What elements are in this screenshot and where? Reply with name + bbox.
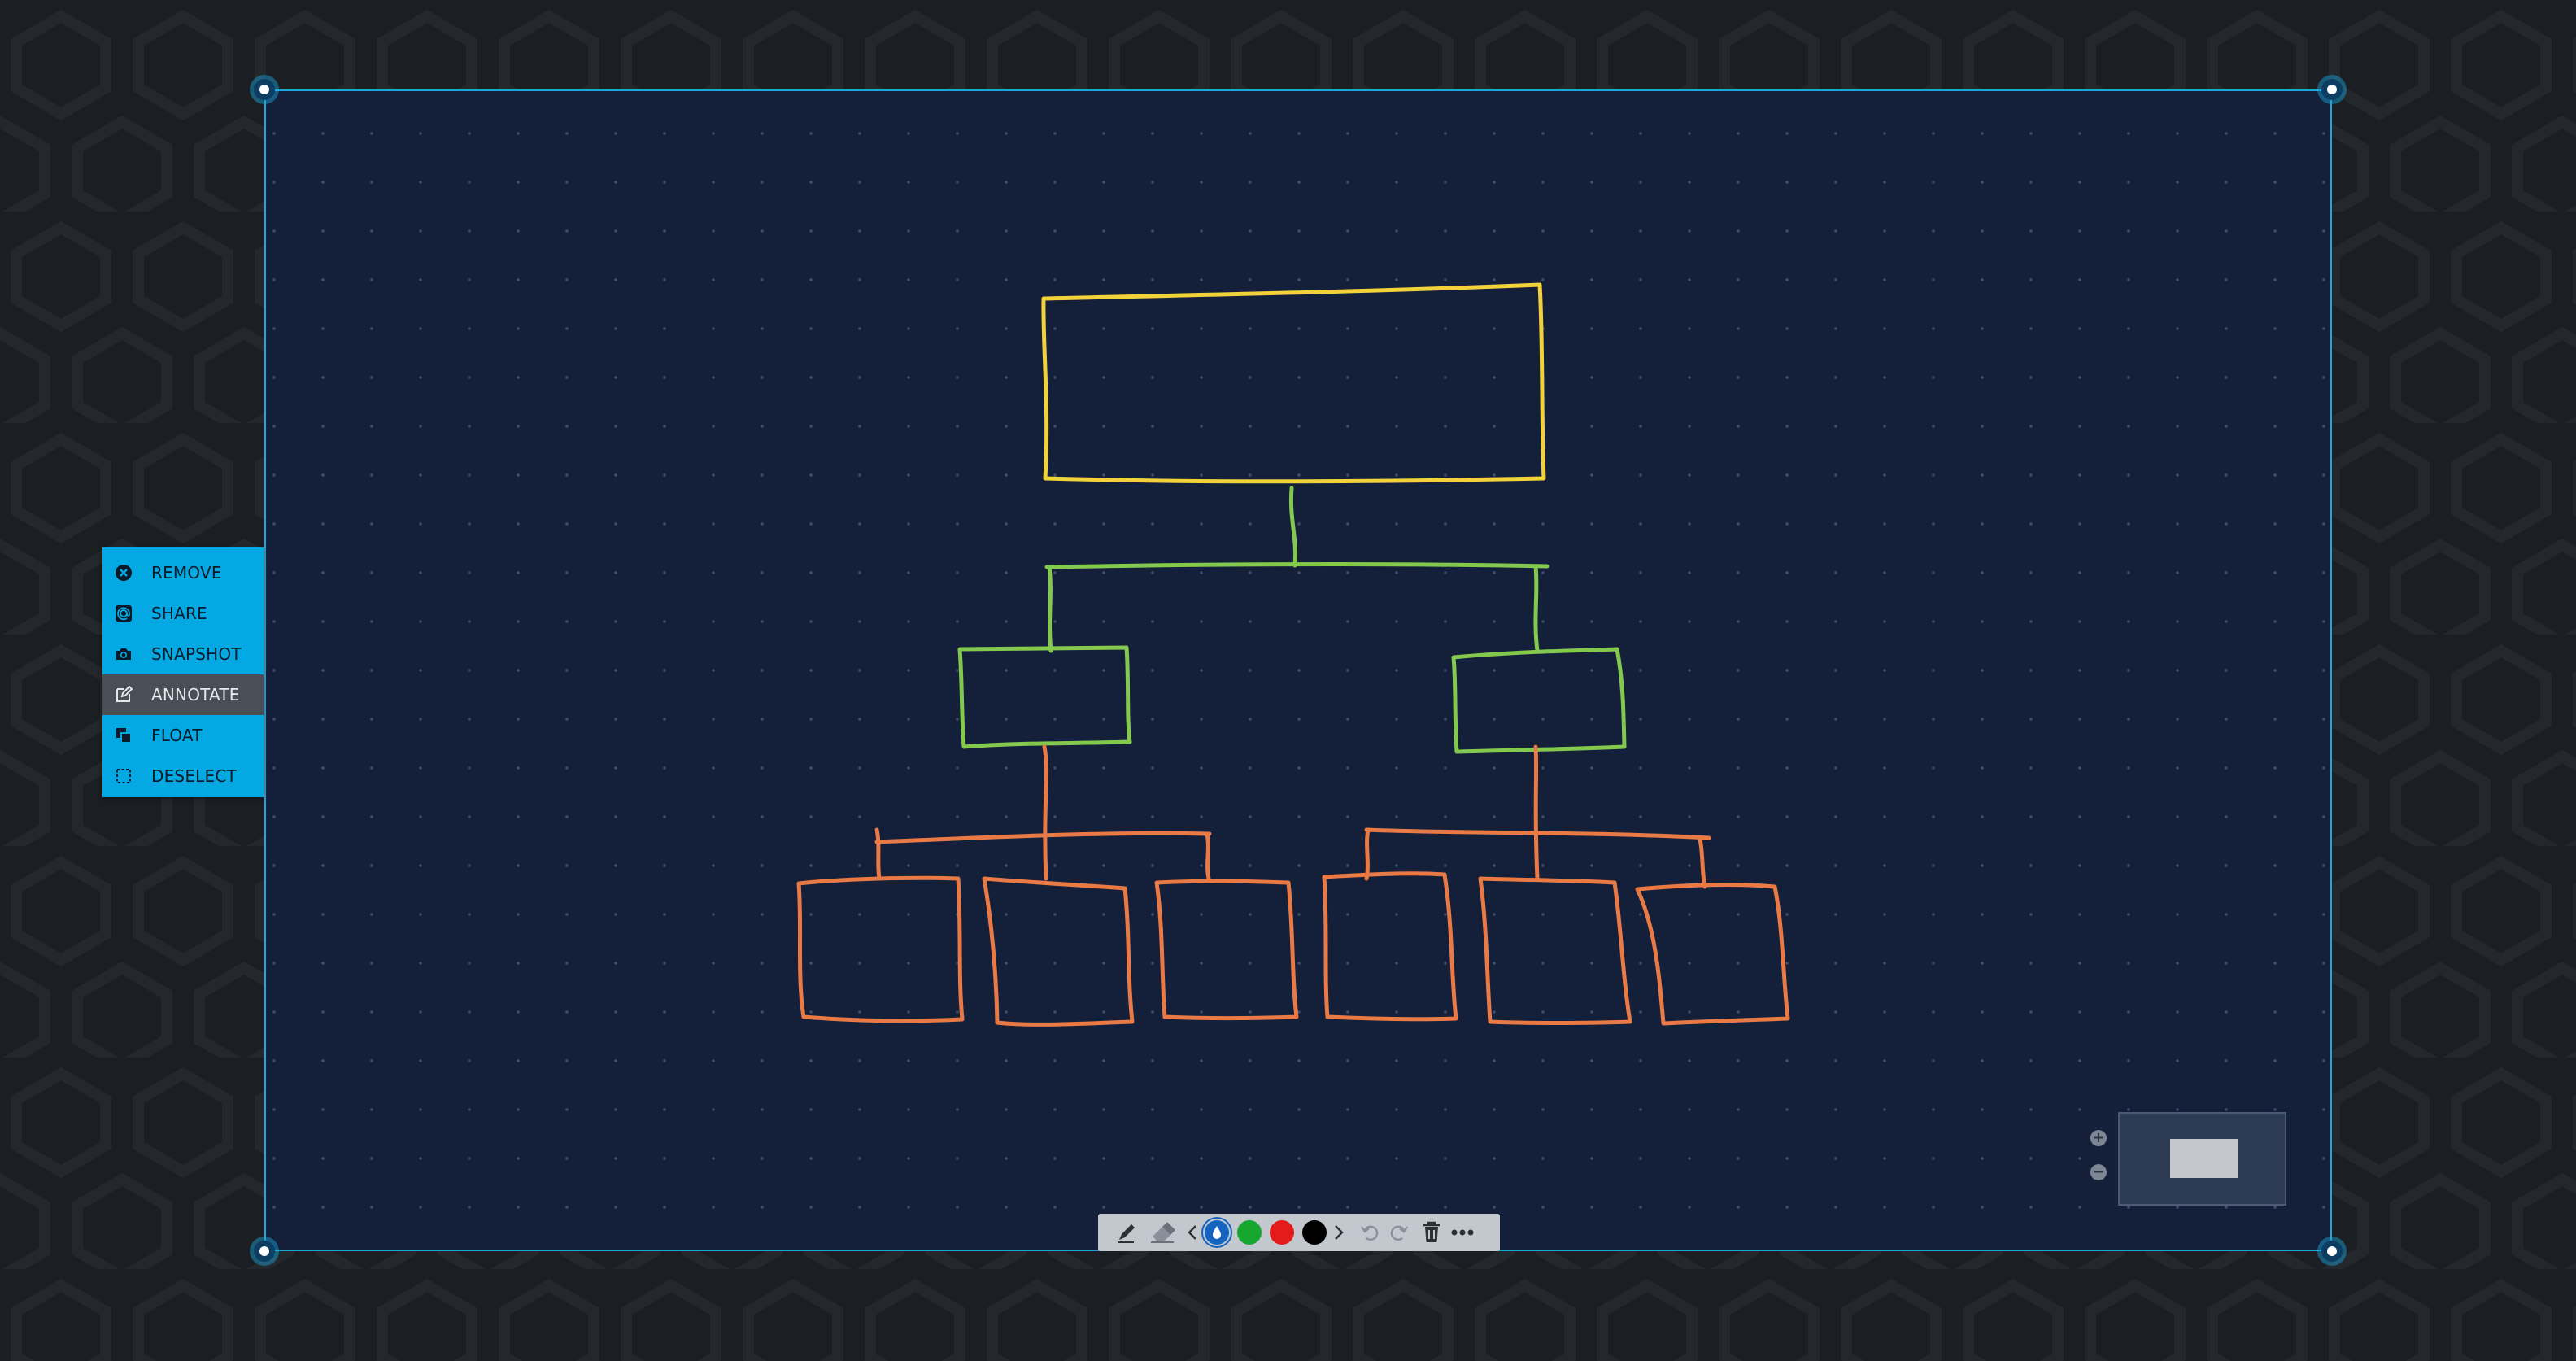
chevron-left-icon[interactable] — [1184, 1216, 1201, 1249]
menu-item-label: REMOVE — [151, 563, 222, 582]
remove-circle-icon — [114, 563, 133, 582]
menu-item-label: SHARE — [151, 604, 207, 623]
color-swatch-green[interactable] — [1233, 1216, 1266, 1249]
edit-icon — [114, 685, 133, 704]
menu-item-deselect[interactable]: DESELECT — [102, 756, 264, 796]
menu-item-float[interactable]: FLOAT — [102, 715, 264, 756]
menu-item-label: FLOAT — [151, 726, 203, 745]
undo-icon[interactable] — [1357, 1216, 1384, 1249]
minimap[interactable] — [2118, 1112, 2286, 1206]
menu-item-label: SNAPSHOT — [151, 644, 242, 664]
menu-item-annotate[interactable]: ANNOTATE — [102, 674, 264, 715]
dashed-square-icon — [114, 766, 133, 786]
color-swatch-black[interactable] — [1298, 1216, 1331, 1249]
eraser-icon[interactable] — [1147, 1216, 1179, 1249]
minimap-viewport[interactable] — [2170, 1139, 2238, 1178]
menu-item-label: ANNOTATE — [151, 685, 240, 704]
whiteboard-canvas[interactable] — [264, 89, 2332, 1251]
menu-item-snapshot[interactable]: SNAPSHOT — [102, 634, 264, 674]
resize-handle-bottom-right[interactable] — [2321, 1241, 2343, 1262]
resize-handle-bottom-left[interactable] — [254, 1241, 275, 1262]
zoom-out-button[interactable]: − — [2090, 1164, 2107, 1180]
share-at-icon — [114, 604, 133, 623]
color-swatch-red[interactable] — [1266, 1216, 1298, 1249]
context-menu: REMOVE SHARE SNAPSHOT ANNOTATE FLOAT DES… — [102, 547, 264, 797]
resize-handle-top-left[interactable] — [254, 79, 275, 100]
float-layers-icon — [114, 726, 133, 745]
menu-item-label: DESELECT — [151, 766, 237, 786]
drawing-toolbar — [1098, 1214, 1500, 1251]
chevron-right-icon[interactable] — [1331, 1216, 1347, 1249]
color-swatch-blue[interactable] — [1201, 1216, 1233, 1249]
resize-handle-top-right[interactable] — [2321, 79, 2343, 100]
camera-icon — [114, 644, 133, 664]
pen-icon[interactable] — [1113, 1216, 1140, 1249]
zoom-in-button[interactable]: + — [2090, 1130, 2107, 1146]
menu-item-remove[interactable]: REMOVE — [102, 552, 264, 593]
trash-icon[interactable] — [1417, 1216, 1446, 1249]
more-icon[interactable] — [1446, 1216, 1479, 1249]
selected-color-dropper-icon — [1205, 1220, 1229, 1245]
redo-icon[interactable] — [1384, 1216, 1412, 1249]
menu-item-share[interactable]: SHARE — [102, 593, 264, 634]
